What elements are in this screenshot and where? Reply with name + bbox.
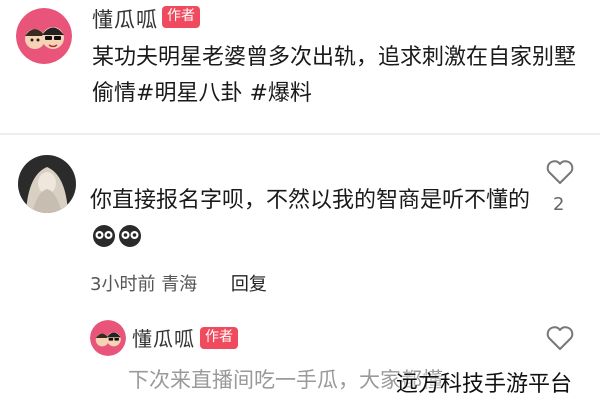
reply-button[interactable]: 回复: [231, 274, 267, 295]
reply-author-badge: 作者: [200, 327, 238, 349]
comment-meta: 3小时前 青海 回复: [90, 270, 267, 296]
author-avatar[interactable]: [16, 8, 72, 64]
post-text: 某功夫明星老婆曾多次出轨，追求刺激在自家别墅偷情#明星八卦 #爆料: [92, 40, 582, 112]
author-badge: 作者: [162, 6, 200, 28]
comment-location: 青海: [161, 274, 198, 295]
hashtag-scoop[interactable]: #爆料: [249, 81, 311, 106]
post: 懂瓜呱 作者 某功夫明星老婆曾多次出轨，追求刺激在自家别墅偷情#明星八卦 #爆料: [0, 0, 600, 130]
reply-author-name[interactable]: 懂瓜呱: [132, 323, 195, 352]
dizzy-face-icon: [92, 223, 116, 247]
comment-time: 3小时前: [90, 274, 156, 295]
reply-author-avatar[interactable]: [90, 320, 126, 356]
reply-like-icon[interactable]: [545, 323, 575, 353]
comment-body: 你直接报名字呗，不然以我的智商是听不懂的: [90, 188, 531, 213]
watermark-text: 远方科技手游平台: [396, 372, 573, 397]
commenter-avatar[interactable]: [18, 155, 76, 213]
like-icon[interactable]: [545, 157, 575, 187]
section-divider: [0, 133, 600, 135]
hashtag-star-gossip[interactable]: #明星八卦: [136, 81, 242, 106]
like-count: 2: [553, 194, 565, 215]
comment-text: 你直接报名字呗，不然以我的智商是听不懂的: [90, 182, 530, 258]
author-name[interactable]: 懂瓜呱: [92, 4, 158, 34]
dizzy-face-icon: [118, 223, 142, 247]
